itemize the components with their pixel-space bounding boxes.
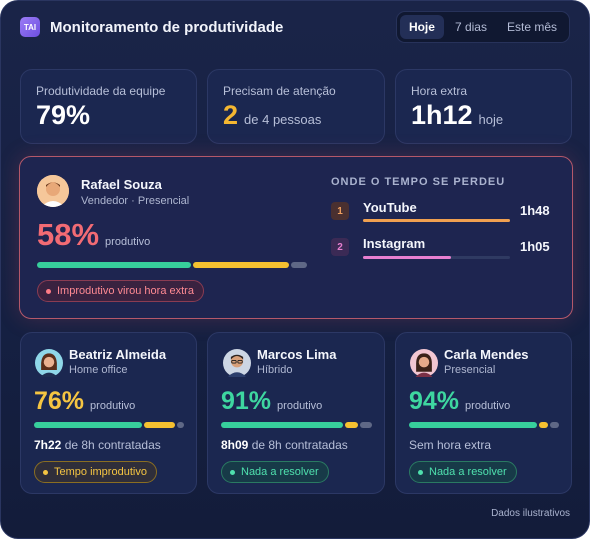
person-card-marcos[interactable]: Marcos Lima Híbrido 91% produtivo 8h09 d…	[207, 332, 385, 494]
person-name: Marcos Lima	[257, 347, 337, 362]
app-usage-fill	[363, 256, 452, 259]
person-name: Rafael Souza	[81, 177, 162, 192]
productivity-percent: 91%	[221, 387, 272, 415]
person-name: Beatriz Almeida	[69, 347, 167, 362]
dot-icon	[230, 469, 235, 475]
status-badge-label: Nada a resolver	[429, 466, 507, 478]
productivity-bar	[409, 422, 559, 428]
app-time-instagram: 1h05	[520, 239, 550, 254]
app-title: Monitoramento de produtividade	[50, 18, 284, 36]
hours-text: 7h22 de 8h contratadas	[34, 438, 161, 452]
productivity-bar	[34, 422, 184, 428]
header: TAI Monitoramento de produtividade Hoje …	[20, 11, 570, 43]
person-card-beatriz[interactable]: Beatriz Almeida Home office 76% produtiv…	[20, 332, 197, 494]
status-badge: Improdutivo virou hora extra	[37, 280, 204, 302]
productive-segment	[34, 422, 142, 428]
dashboard-frame: TAI Monitoramento de produtividade Hoje …	[0, 0, 590, 539]
overtime-card: Hora extra 1h12 hoje	[395, 69, 572, 144]
avatar	[37, 175, 69, 207]
productivity-label: produtivo	[277, 400, 323, 412]
hours-text: 8h09 de 8h contratadas	[221, 438, 348, 452]
period-switch: Hoje 7 dias Este mês	[395, 11, 570, 43]
status-badge: Nada a resolver	[409, 461, 517, 483]
overtime-label: Hora extra	[411, 84, 468, 98]
featured-person-card[interactable]: Rafael Souza Vendedor · Presencial 58% p…	[19, 156, 573, 319]
hours-value: 7h22	[34, 438, 62, 452]
hours-rest: Sem hora extra	[409, 438, 492, 452]
neutral-segment	[177, 422, 184, 428]
dot-icon	[46, 288, 51, 294]
lost-time-title: ONDE O TEMPO SE PERDEU	[331, 176, 506, 188]
status-badge: Tempo improdutivo	[34, 461, 157, 483]
tab-7-days[interactable]: 7 dias	[446, 15, 496, 39]
attention-value: 2	[223, 100, 239, 130]
unproductive-segment	[144, 422, 175, 428]
productivity-bar	[37, 262, 307, 268]
productivity-label: produtivo	[105, 236, 151, 248]
tab-today[interactable]: Hoje	[399, 15, 444, 39]
neutral-segment	[291, 262, 307, 268]
productive-segment	[37, 262, 191, 268]
unproductive-segment	[345, 422, 358, 428]
productive-segment	[409, 422, 537, 428]
productivity-label: produtivo	[465, 400, 511, 412]
status-badge-label: Improdutivo virou hora extra	[57, 285, 194, 297]
hours-rest: de 8h contratadas	[64, 438, 161, 452]
dot-icon	[43, 469, 48, 475]
overtime-value: 1h12	[411, 100, 473, 130]
app-time-youtube: 1h48	[520, 203, 550, 218]
app-usage-fill	[363, 219, 510, 222]
status-badge-label: Tempo improdutivo	[54, 466, 147, 478]
neutral-segment	[550, 422, 559, 428]
hours-text: Sem hora extra	[409, 438, 491, 452]
unproductive-segment	[193, 262, 289, 268]
avatar	[221, 347, 253, 379]
status-badge-label: Nada a resolver	[241, 466, 319, 478]
team-productivity-label: Produtividade da equipe	[36, 84, 166, 98]
productivity-bar	[221, 422, 372, 428]
avatar	[33, 347, 65, 379]
productivity-percent: 58%	[37, 217, 100, 252]
overtime-suffix: hoje	[478, 112, 504, 127]
person-subtitle: Híbrido	[257, 364, 293, 376]
footnote: Dados ilustrativos	[491, 508, 570, 519]
app-logo: TAI	[20, 17, 40, 37]
rank-badge: 1	[331, 202, 349, 220]
dot-icon	[418, 469, 423, 475]
attention-suffix: de 4 pessoas	[244, 112, 322, 127]
team-productivity-card: Produtividade da equipe 79%	[20, 69, 197, 144]
productive-segment	[221, 422, 343, 428]
person-name: Carla Mendes	[444, 347, 529, 362]
team-productivity-value: 79%	[36, 100, 91, 130]
app-name-instagram: Instagram	[363, 236, 426, 251]
tab-this-month[interactable]: Este mês	[498, 15, 566, 39]
person-card-carla[interactable]: Carla Mendes Presencial 94% produtivo Se…	[395, 332, 572, 494]
person-subtitle: Presencial	[444, 364, 496, 376]
status-badge: Nada a resolver	[221, 461, 329, 483]
person-subtitle: Home office	[69, 364, 128, 376]
app-usage-bar	[363, 256, 510, 259]
productivity-percent: 94%	[409, 387, 460, 415]
app-usage-bar	[363, 219, 510, 222]
rank-badge: 2	[331, 238, 349, 256]
neutral-segment	[360, 422, 372, 428]
productivity-label: produtivo	[90, 400, 136, 412]
hours-value: 8h09	[221, 438, 249, 452]
attention-label: Precisam de atenção	[223, 84, 336, 98]
productivity-percent: 76%	[34, 387, 85, 415]
app-name-youtube: YouTube	[363, 200, 417, 215]
hours-rest: de 8h contratadas	[251, 438, 348, 452]
unproductive-segment	[539, 422, 548, 428]
avatar	[408, 347, 440, 379]
person-subtitle: Vendedor · Presencial	[81, 195, 190, 207]
attention-card: Precisam de atenção 2 de 4 pessoas	[207, 69, 385, 144]
